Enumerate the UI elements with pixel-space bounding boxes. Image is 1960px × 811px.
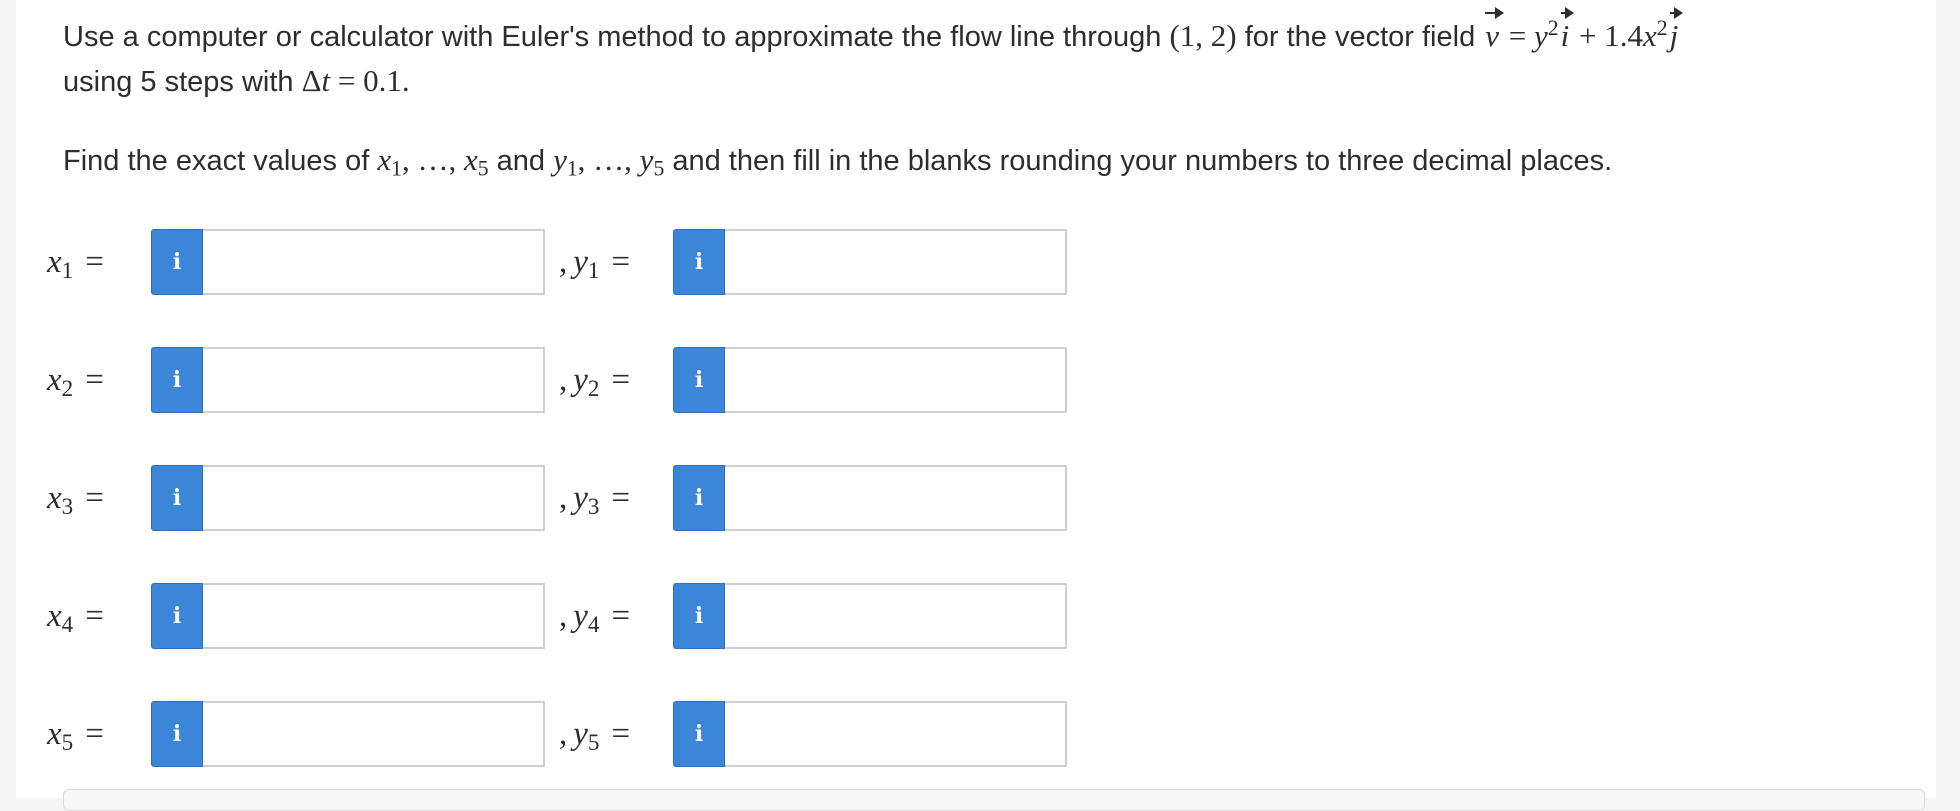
y1-field: i bbox=[673, 229, 1067, 295]
x4-input[interactable] bbox=[203, 583, 545, 649]
y-seq-sub1: 1 bbox=[566, 156, 578, 181]
y4-input[interactable] bbox=[725, 583, 1067, 649]
y4-label: , y4 = bbox=[559, 598, 631, 637]
answer-row-3: x3 = i , y3 = i bbox=[16, 465, 1116, 531]
y2-input[interactable] bbox=[725, 347, 1067, 413]
y-seq-ellipsis: , …, bbox=[577, 142, 640, 177]
info-icon[interactable]: i bbox=[673, 465, 725, 531]
x5-field: i bbox=[151, 701, 545, 767]
x2-field: i bbox=[151, 347, 545, 413]
info-icon[interactable]: i bbox=[151, 347, 203, 413]
y-sequence: y1, …, y5 bbox=[553, 142, 665, 181]
info-icon[interactable]: i bbox=[673, 701, 725, 767]
x-seq-sub5: 5 bbox=[477, 156, 489, 181]
y1-input[interactable] bbox=[725, 229, 1067, 295]
x-seq-var: x bbox=[377, 142, 392, 177]
x3-input[interactable] bbox=[203, 465, 545, 531]
instruction-prefix: Find the exact values of bbox=[63, 145, 378, 177]
instruction-suffix: and then fill in the blanks rounding you… bbox=[664, 145, 1613, 177]
info-icon[interactable]: i bbox=[151, 701, 203, 767]
x5-input[interactable] bbox=[203, 701, 545, 767]
x1-field: i bbox=[151, 229, 545, 295]
y3-input[interactable] bbox=[725, 465, 1067, 531]
unit-vector-i: i bbox=[1559, 6, 1574, 58]
x2-input[interactable] bbox=[203, 347, 545, 413]
x-seq-ellipsis: , …, bbox=[401, 142, 464, 177]
info-icon[interactable]: i bbox=[673, 347, 725, 413]
y2-field: i bbox=[673, 347, 1067, 413]
step-size-expression: Δt = 0.1. bbox=[302, 63, 410, 98]
x1-label: x1 = bbox=[47, 244, 104, 283]
answer-row-1: x1 = i , y1 = i bbox=[16, 229, 1116, 295]
y-seq-var-end: y bbox=[639, 142, 654, 177]
info-icon[interactable]: i bbox=[151, 465, 203, 531]
y5-label: , y5 = bbox=[559, 716, 631, 755]
delta-symbol: Δ bbox=[301, 62, 322, 98]
info-icon[interactable]: i bbox=[151, 229, 203, 295]
var-x: x bbox=[1642, 17, 1657, 53]
y3-label: , y3 = bbox=[559, 480, 631, 519]
y2-label: , y2 = bbox=[559, 362, 631, 401]
x5-label: x5 = bbox=[47, 716, 104, 755]
question-intro: Use a computer or calculator with Euler'… bbox=[63, 20, 1170, 53]
var-t: t bbox=[321, 62, 331, 98]
exponent-2: 2 bbox=[1547, 16, 1559, 40]
x1-input[interactable] bbox=[203, 229, 545, 295]
x-seq-var-end: x bbox=[463, 142, 478, 177]
info-icon[interactable]: i bbox=[151, 583, 203, 649]
var-y: y bbox=[1534, 17, 1548, 53]
x3-label: x3 = bbox=[47, 480, 104, 519]
question-text: Use a computer or calculator with Euler'… bbox=[63, 6, 1943, 104]
x4-label: x4 = bbox=[47, 598, 104, 637]
x3-field: i bbox=[151, 465, 545, 531]
question-line2: using 5 steps with bbox=[63, 65, 302, 98]
answer-row-2: x2 = i , y2 = i bbox=[16, 347, 1116, 413]
x-sequence: x1, …, x5 bbox=[377, 142, 489, 181]
y4-field: i bbox=[673, 583, 1067, 649]
y-seq-var: y bbox=[553, 142, 567, 177]
start-point: (1, 2) bbox=[1169, 17, 1237, 53]
y5-input[interactable] bbox=[725, 701, 1067, 767]
x-seq-sub1: 1 bbox=[391, 156, 402, 181]
submission-bar bbox=[63, 789, 1925, 811]
info-icon[interactable]: i bbox=[673, 583, 725, 649]
equals-sign: = bbox=[1501, 17, 1535, 53]
unit-vector-j: j bbox=[1668, 6, 1683, 58]
x4-field: i bbox=[151, 583, 545, 649]
question-panel: Use a computer or calculator with Euler'… bbox=[16, 0, 1936, 811]
plus-term: + 1.4 bbox=[1571, 17, 1643, 53]
answer-row-5: x5 = i , y5 = i bbox=[16, 701, 1116, 767]
vector-field-expression: v = y2i + 1.4x2j bbox=[1483, 6, 1683, 53]
question-for-text: for the vector field bbox=[1236, 20, 1484, 53]
answer-row-4: x4 = i , y4 = i bbox=[16, 583, 1116, 649]
y1-label: , y1 = bbox=[559, 244, 631, 283]
x2-label: x2 = bbox=[47, 362, 104, 401]
exponent-2-x: 2 bbox=[1656, 16, 1668, 40]
info-icon[interactable]: i bbox=[673, 229, 725, 295]
instruction-and: and bbox=[488, 145, 554, 177]
vector-v: v bbox=[1483, 6, 1504, 58]
y-seq-sub5: 5 bbox=[653, 156, 665, 181]
y5-field: i bbox=[673, 701, 1067, 767]
step-value: = 0.1. bbox=[330, 62, 410, 98]
instruction-text: Find the exact values of x1, …, x5 and y… bbox=[63, 138, 1943, 190]
y3-field: i bbox=[673, 465, 1067, 531]
